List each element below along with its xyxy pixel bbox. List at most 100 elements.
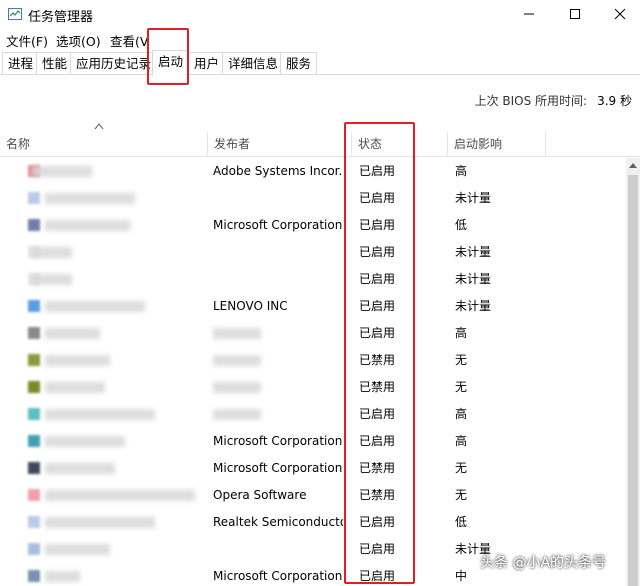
row-status: 已启用 [359, 326, 396, 340]
table-row[interactable]: 已禁用 无 [0, 347, 626, 374]
app-icon [28, 543, 40, 555]
table-row[interactable]: 已启用 高 [0, 320, 626, 347]
bios-time-value: 3.9 秒 [597, 94, 632, 108]
row-impact: 低 [455, 515, 468, 529]
tab-services[interactable]: 服务 [280, 52, 318, 74]
minimize-button[interactable] [506, 0, 552, 28]
row-publisher: Microsoft Corporation [213, 569, 343, 583]
column-header-status[interactable]: 状态 [352, 132, 448, 157]
row-status: 已启用 [359, 191, 396, 205]
app-icon [28, 435, 40, 447]
row-impact: 未计量 [455, 191, 492, 205]
row-impact: 高 [455, 434, 468, 448]
blurred-app-name [45, 544, 110, 555]
row-impact: 高 [455, 326, 468, 340]
row-publisher: Microsoft Corporation [213, 218, 343, 232]
column-header-impact[interactable]: 启动影响 [448, 132, 546, 157]
blurred-publisher [213, 382, 261, 393]
row-impact: 无 [455, 353, 468, 367]
blurred-app-name [45, 220, 130, 231]
blurred-app-name [45, 355, 110, 366]
row-publisher: Microsoft Corporation [213, 434, 343, 448]
row-publisher: Opera Software [213, 488, 307, 502]
row-publisher: Adobe Systems Incor... [213, 164, 343, 178]
row-impact: 未计量 [455, 272, 492, 286]
bios-time: 上次 BIOS 所用时间: 3.9 秒 [475, 92, 632, 109]
app-icon [28, 570, 40, 582]
minimize-icon [524, 13, 534, 15]
tab-performance[interactable]: 性能 [36, 52, 74, 74]
blurred-app-name [45, 193, 135, 204]
app-icon [28, 300, 40, 312]
blurred-app-name [32, 166, 92, 177]
blurred-app-name [45, 382, 105, 393]
close-button[interactable] [597, 0, 640, 28]
table-row[interactable]: Microsoft Corporation 已启用 低 [0, 212, 626, 239]
tab-bar: 进程 性能 应用历史记录 启动 用户 详细信息 服务 [0, 50, 640, 76]
row-impact: 高 [455, 407, 468, 421]
close-icon [614, 8, 626, 20]
blurred-app-name [32, 274, 72, 285]
table-row[interactable]: Microsoft Corporation 已禁用 无 [0, 455, 626, 482]
column-header-name[interactable]: 名称 [0, 132, 208, 157]
bios-time-label: 上次 BIOS 所用时间: [474, 94, 588, 108]
scroll-up-icon[interactable] [627, 160, 639, 170]
menu-view[interactable]: 查看(V) [110, 31, 148, 50]
table-row[interactable]: 已启用 未计量 [0, 239, 626, 266]
row-status: 已启用 [359, 515, 396, 529]
app-icon [28, 489, 40, 501]
blurred-publisher [213, 328, 261, 339]
tab-app-history[interactable]: 应用历史记录 [70, 52, 158, 74]
row-publisher: Microsoft Corporation [213, 461, 343, 475]
row-impact: 未计量 [455, 299, 492, 313]
table-row[interactable]: Opera Software 已禁用 无 [0, 482, 626, 509]
app-icon [28, 219, 40, 231]
row-impact: 无 [455, 461, 468, 475]
menu-file[interactable]: 文件(F) [6, 31, 48, 50]
app-icon [28, 381, 40, 393]
app-icon [28, 462, 40, 474]
row-status: 已启用 [359, 164, 396, 178]
tab-startup[interactable]: 启动 [152, 50, 190, 76]
row-status: 已启用 [359, 542, 396, 556]
table-row[interactable]: Adobe Systems Incor... 已启用 高 [0, 158, 626, 185]
title-bar: 任务管理器 [0, 0, 640, 28]
scrollbar-thumb[interactable] [628, 175, 638, 586]
row-status: 已启用 [359, 245, 396, 259]
row-publisher: LENOVO INC [213, 299, 288, 313]
blurred-app-name [45, 409, 155, 420]
column-header-publisher[interactable]: 发布者 [208, 132, 352, 157]
task-manager-icon [8, 8, 22, 20]
row-status: 已启用 [359, 569, 396, 583]
blurred-app-name [45, 571, 80, 582]
tab-users[interactable]: 用户 [188, 52, 226, 74]
blurred-app-name [45, 436, 125, 447]
blurred-app-name [45, 490, 195, 501]
maximize-icon [570, 9, 580, 19]
table-row[interactable]: Microsoft Corporation 已启用 高 [0, 428, 626, 455]
table-row[interactable]: 已启用 高 [0, 401, 626, 428]
menu-options[interactable]: 选项(O) [56, 31, 101, 50]
tab-processes[interactable]: 进程 [2, 52, 40, 74]
row-impact: 高 [455, 164, 468, 178]
table-row[interactable]: Realtek Semiconductor 已启用 低 [0, 509, 626, 536]
table-row[interactable]: 已启用 未计量 [0, 185, 626, 212]
table-row[interactable]: LENOVO INC 已启用 未计量 [0, 293, 626, 320]
row-status: 已启用 [359, 407, 396, 421]
maximize-button[interactable] [552, 0, 598, 28]
table-row[interactable]: 已禁用 无 [0, 374, 626, 401]
blurred-app-name [32, 247, 72, 258]
blurred-app-name [45, 328, 100, 339]
table-row[interactable]: 已启用 未计量 [0, 266, 626, 293]
watermark: 头条 @小A的头条号 [480, 555, 607, 571]
row-status: 已禁用 [359, 461, 396, 475]
row-status: 已禁用 [359, 353, 396, 367]
sort-ascending-icon[interactable] [94, 122, 104, 130]
row-impact: 无 [455, 380, 468, 394]
app-icon [28, 327, 40, 339]
menu-bar: 文件(F) 选项(O) 查看(V) [0, 28, 640, 50]
row-status: 已禁用 [359, 488, 396, 502]
tab-details[interactable]: 详细信息 [222, 52, 285, 74]
app-icon [28, 192, 40, 204]
blurred-publisher [213, 409, 261, 420]
